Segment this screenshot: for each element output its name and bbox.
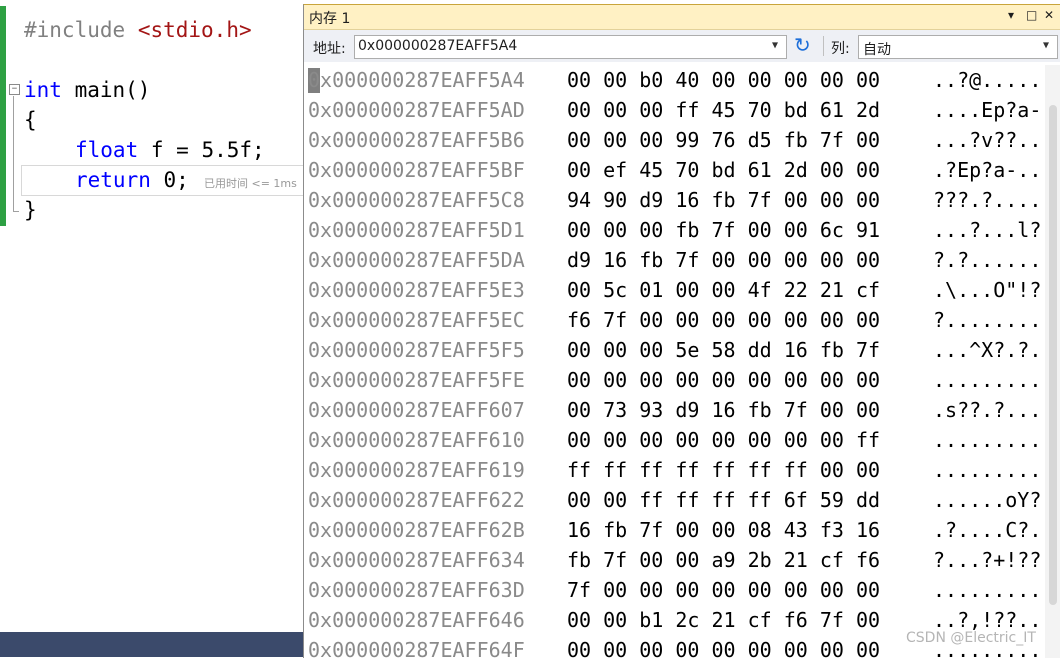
memory-address: 0x000000287EAFF5BF [308, 158, 525, 182]
memory-address: 0x000000287EAFF646 [308, 608, 525, 632]
collapse-icon[interactable]: − [9, 84, 20, 95]
memory-window-title: 内存 1 [309, 11, 351, 27]
memory-grid[interactable]: 0x000000287EAFF5A4 00 00 b0 40 00 00 00 0… [304, 65, 1044, 658]
memory-ascii[interactable]: ...?v??.. [933, 125, 1041, 155]
perf-tip-hint[interactable]: 已用时间 <= 1ms [204, 175, 297, 191]
memory-bytes[interactable]: 00 00 00 00 00 00 00 00 00 [567, 635, 880, 658]
window-menu-dropdown-icon[interactable]: ▾ [1008, 8, 1014, 22]
main-signature: main() [74, 78, 151, 102]
address-combobox[interactable]: ▼ [354, 35, 787, 59]
memory-bytes[interactable]: fb 7f 00 00 a9 2b 21 cf f6 [567, 545, 880, 575]
memory-bytes[interactable]: 00 00 00 99 76 d5 fb 7f 00 [567, 125, 880, 155]
watermark: CSDN @Electric_IT [906, 630, 1036, 646]
memory-ascii[interactable]: ..?@..... [933, 65, 1041, 95]
memory-address: 0x000000287EAFF5F5 [308, 338, 525, 362]
memory-address: 0x000000287EAFF5AD [308, 98, 525, 122]
refresh-icon[interactable]: ↻ [794, 34, 811, 56]
memory-address: 0x000000287EAFF5DA [308, 248, 525, 272]
code-line-main[interactable]: int main() [24, 75, 150, 105]
scrollbar-thumb[interactable] [1049, 105, 1057, 605]
memory-ascii[interactable]: ......oY? [933, 485, 1041, 515]
memory-ascii[interactable]: ?........ [933, 305, 1041, 335]
memory-ascii[interactable]: ...?...l? [933, 215, 1041, 245]
column-select[interactable]: 自动 ▼ [858, 35, 1058, 59]
memory-bytes[interactable]: 00 5c 01 00 00 4f 22 21 cf [567, 275, 880, 305]
include-directive: #include [24, 18, 126, 42]
memory-window-titlebar[interactable]: 内存 1 ▾ □ ✕ [304, 5, 1060, 30]
memory-address: 0x000000287EAFF5A4 [308, 68, 525, 92]
memory-address: 0x000000287EAFF5B6 [308, 128, 525, 152]
memory-ascii[interactable]: ?.?...... [933, 245, 1041, 275]
memory-address: 0x000000287EAFF62B [308, 518, 525, 542]
memory-ascii[interactable]: ......... [933, 425, 1041, 455]
memory-bytes[interactable]: 7f 00 00 00 00 00 00 00 00 [567, 575, 880, 605]
memory-ascii[interactable]: ......... [933, 575, 1041, 605]
memory-bytes[interactable]: 00 ef 45 70 bd 61 2d 00 00 [567, 155, 880, 185]
memory-address: 0x000000287EAFF64F [308, 638, 525, 658]
memory-ascii[interactable]: .?....C?. [933, 515, 1041, 545]
memory-bytes[interactable]: f6 7f 00 00 00 00 00 00 00 [567, 305, 880, 335]
memory-bytes[interactable]: 00 00 00 fb 7f 00 00 6c 91 [567, 215, 880, 245]
return-value: 0; [163, 168, 189, 192]
return-keyword: return [75, 168, 151, 192]
include-header: <stdio.h> [137, 18, 252, 42]
memory-address: 0x000000287EAFF5EC [308, 308, 525, 332]
memory-bytes[interactable]: 94 90 d9 16 fb 7f 00 00 00 [567, 185, 880, 215]
memory-bytes[interactable]: 00 00 00 5e 58 dd 16 fb 7f [567, 335, 880, 365]
memory-toolbar: 地址: ▼ ↻ 列: 自动 ▼ [304, 30, 1060, 62]
memory-ascii[interactable]: .s??.?... [933, 395, 1041, 425]
memory-ascii[interactable]: ....Ep?a- [933, 95, 1041, 125]
memory-address: 0x000000287EAFF63D [308, 578, 525, 602]
memory-bytes[interactable]: 00 00 00 00 00 00 00 00 00 [567, 365, 880, 395]
memory-bytes[interactable]: 00 00 00 ff 45 70 bd 61 2d [567, 95, 880, 125]
address-input[interactable] [358, 38, 758, 54]
memory-bytes[interactable]: ff ff ff ff ff ff ff 00 00 [567, 455, 880, 485]
column-value: 自动 [863, 42, 891, 58]
code-line-float[interactable]: float f = 5.5f; [75, 135, 265, 165]
code-line-close-brace[interactable]: } [24, 195, 37, 225]
memory-address: 0x000000287EAFF5D1 [308, 218, 525, 242]
memory-bytes[interactable]: 00 00 00 00 00 00 00 00 ff [567, 425, 880, 455]
close-icon[interactable]: ✕ [1044, 8, 1054, 22]
code-line-include[interactable]: #include <stdio.h> [24, 15, 252, 45]
memory-address: 0x000000287EAFF622 [308, 488, 525, 512]
memory-window: 内存 1 ▾ □ ✕ 地址: ▼ ↻ 列: 自动 ▼ 0x000000287EA… [303, 4, 1060, 658]
memory-address: 0x000000287EAFF5FE [308, 368, 525, 392]
memory-address: 0x000000287EAFF634 [308, 548, 525, 572]
memory-address: 0x000000287EAFF5E3 [308, 278, 525, 302]
code-line-return[interactable]: return 0; [75, 165, 189, 195]
memory-ascii[interactable]: .\...O"!? [933, 275, 1041, 305]
memory-bytes[interactable]: d9 16 fb 7f 00 00 00 00 00 [567, 245, 880, 275]
memory-ascii[interactable]: ......... [933, 365, 1041, 395]
memory-address: 0x000000287EAFF610 [308, 428, 525, 452]
memory-ascii[interactable]: ......... [933, 455, 1041, 485]
change-indicator-bar [0, 6, 6, 226]
memory-ascii[interactable]: ???.?.... [933, 185, 1041, 215]
main-return-type: int [24, 78, 62, 102]
vertical-scrollbar[interactable] [1045, 65, 1060, 658]
memory-bytes[interactable]: 00 00 b1 2c 21 cf f6 7f 00 [567, 605, 880, 635]
column-dropdown-icon[interactable]: ▼ [1043, 40, 1049, 51]
maximize-icon[interactable]: □ [1026, 8, 1037, 22]
address-label: 地址: [313, 41, 346, 57]
memory-ascii[interactable]: .?Ep?a-.. [933, 155, 1041, 185]
memory-bytes[interactable]: 00 00 ff ff ff ff 6f 59 dd [567, 485, 880, 515]
address-dropdown-icon[interactable]: ▼ [772, 40, 778, 51]
memory-bytes[interactable]: 00 00 b0 40 00 00 00 00 00 [567, 65, 880, 95]
memory-address: 0x000000287EAFF607 [308, 398, 525, 422]
memory-address: 0x000000287EAFF619 [308, 458, 525, 482]
memory-ascii[interactable]: ?...?+!?? [933, 545, 1041, 575]
float-keyword: float [75, 138, 139, 162]
toolbar-separator [823, 36, 824, 56]
memory-ascii[interactable]: ...^X?.?. [933, 335, 1041, 365]
column-label: 列: [831, 41, 850, 57]
code-line-open-brace[interactable]: { [24, 105, 37, 135]
memory-address: 0x000000287EAFF5C8 [308, 188, 525, 212]
fold-guide-end [13, 211, 19, 212]
code-editor[interactable]: − #include <stdio.h> int main() { float … [0, 0, 312, 657]
float-statement: f = 5.5f; [150, 138, 265, 162]
memory-bytes[interactable]: 00 73 93 d9 16 fb 7f 00 00 [567, 395, 880, 425]
fold-guide-line [13, 96, 14, 212]
memory-bytes[interactable]: 16 fb 7f 00 00 08 43 f3 16 [567, 515, 880, 545]
